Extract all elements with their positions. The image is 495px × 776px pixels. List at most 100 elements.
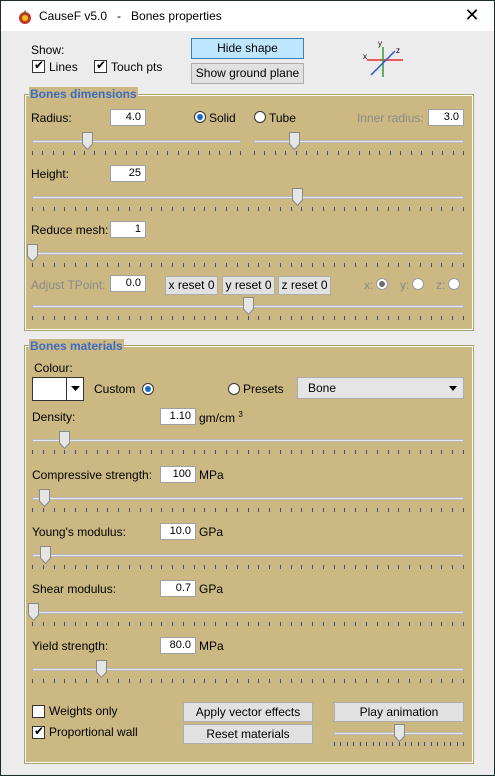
- reduce-mesh-field[interactable]: 1: [110, 221, 146, 238]
- slider-tick: [172, 679, 173, 683]
- slider-tick: [172, 565, 173, 569]
- compressive-slider-thumb[interactable]: [39, 489, 50, 507]
- adjust-tpoint-field[interactable]: 0.0: [110, 275, 146, 292]
- tpoint-slider-thumb[interactable]: [243, 297, 254, 315]
- slider-tick: [226, 263, 227, 267]
- slider-tick: [377, 316, 378, 320]
- apply-vector-effects-button[interactable]: Apply vector effects: [183, 702, 313, 722]
- slider-tick: [377, 207, 378, 211]
- slider-tick: [129, 622, 130, 626]
- height-label: Height:: [31, 167, 70, 181]
- slider-tick: [54, 679, 55, 683]
- height-slider-thumb[interactable]: [292, 188, 303, 206]
- radius-slider-thumb[interactable]: [82, 132, 93, 150]
- custom-radio[interactable]: [142, 383, 154, 395]
- slider-tick: [411, 151, 412, 155]
- slider-tick: [215, 450, 216, 454]
- show-ground-plane-button[interactable]: Show ground plane: [191, 63, 304, 84]
- show-label: Show:: [31, 43, 65, 57]
- tpoint-slider-ticks: [32, 316, 464, 320]
- slider-tick: [334, 742, 335, 746]
- axis-z-radio[interactable]: [448, 278, 460, 290]
- density-field[interactable]: 1.10: [160, 408, 196, 425]
- youngs-modulus-field[interactable]: 10.0: [160, 523, 196, 540]
- compressive-field[interactable]: 100: [160, 466, 196, 483]
- slider-tick: [301, 508, 302, 512]
- axes-icon: x y z: [363, 39, 403, 77]
- slider-tick: [418, 742, 419, 746]
- x-reset-button[interactable]: x reset 0: [165, 276, 218, 295]
- slider-tick: [379, 151, 380, 155]
- slider-tick: [32, 151, 33, 155]
- slider-tick: [327, 151, 328, 155]
- slider-tick: [140, 316, 141, 320]
- inner-radius-slider-track[interactable]: [254, 140, 464, 143]
- slider-tick: [323, 450, 324, 454]
- shear-modulus-slider-track[interactable]: [32, 611, 464, 614]
- inner-radius-slider-thumb[interactable]: [289, 132, 300, 150]
- proportional-wall-checkbox[interactable]: ✔: [32, 724, 45, 739]
- slider-tick: [323, 508, 324, 512]
- presets-select[interactable]: Bone: [297, 377, 464, 399]
- axis-x-radio[interactable]: [376, 278, 388, 290]
- inner-radius-field[interactable]: 3.0: [428, 109, 464, 126]
- slider-tick: [258, 508, 259, 512]
- touch-pts-checkbox[interactable]: ✔: [94, 58, 107, 73]
- slider-tick: [118, 207, 119, 211]
- tube-radio[interactable]: [254, 111, 266, 123]
- radius-slider-track[interactable]: [32, 140, 241, 143]
- close-icon[interactable]: ✕: [464, 6, 480, 24]
- y-reset-button[interactable]: y reset 0: [222, 276, 275, 295]
- slider-tick: [54, 622, 55, 626]
- chevron-down-icon: [71, 386, 80, 391]
- compressive-slider-track[interactable]: [32, 497, 464, 500]
- slider-tick: [366, 316, 367, 320]
- hide-shape-button[interactable]: Hide shape: [191, 38, 304, 59]
- slider-tick: [118, 622, 119, 626]
- bones-dimensions-title: Bones dimensions: [29, 87, 138, 101]
- slider-tick: [75, 622, 76, 626]
- slider-tick: [441, 450, 442, 454]
- z-reset-button[interactable]: z reset 0: [278, 276, 331, 295]
- slider-tick: [452, 207, 453, 211]
- reset-materials-button[interactable]: Reset materials: [183, 724, 313, 744]
- play-animation-button[interactable]: Play animation: [334, 702, 464, 722]
- slider-tick: [431, 679, 432, 683]
- slider-tick: [386, 742, 387, 746]
- slider-tick: [463, 316, 464, 320]
- slider-tick: [140, 508, 141, 512]
- slider-tick: [409, 263, 410, 267]
- yield-strength-slider-thumb[interactable]: [96, 660, 107, 678]
- slider-tick: [118, 316, 119, 320]
- slider-tick: [54, 263, 55, 267]
- density-slider-track[interactable]: [32, 439, 464, 442]
- slider-tick: [248, 679, 249, 683]
- presets-radio[interactable]: [228, 383, 240, 395]
- slider-tick: [373, 742, 374, 746]
- slider-tick: [194, 508, 195, 512]
- reduce-mesh-slider-thumb[interactable]: [27, 244, 38, 262]
- axis-y-radio[interactable]: [412, 278, 424, 290]
- slider-tick: [269, 508, 270, 512]
- density-slider-thumb[interactable]: [59, 431, 70, 449]
- slider-tick: [237, 565, 238, 569]
- reduce-mesh-slider-track[interactable]: [32, 252, 464, 255]
- slider-tick: [140, 622, 141, 626]
- window-title: CauseF v5.0 - Bones properties: [39, 9, 222, 23]
- lines-checkbox[interactable]: ✔: [32, 58, 45, 73]
- solid-radio[interactable]: [194, 111, 206, 123]
- animation-slider-thumb[interactable]: [394, 724, 405, 742]
- youngs-modulus-slider-track[interactable]: [32, 554, 464, 557]
- slider-tick: [172, 508, 173, 512]
- slider-tick: [129, 207, 130, 211]
- height-field[interactable]: 25: [110, 165, 146, 182]
- radius-field[interactable]: 4.0: [110, 109, 146, 126]
- weights-only-checkbox[interactable]: [32, 705, 45, 718]
- yield-strength-field[interactable]: 80.0: [160, 637, 196, 654]
- height-slider-track[interactable]: [32, 196, 464, 199]
- shear-modulus-slider-thumb[interactable]: [28, 603, 39, 621]
- youngs-modulus-slider-thumb[interactable]: [40, 546, 51, 564]
- colour-picker[interactable]: [32, 377, 84, 401]
- slider-tick: [254, 151, 255, 155]
- shear-modulus-field[interactable]: 0.7: [160, 580, 196, 597]
